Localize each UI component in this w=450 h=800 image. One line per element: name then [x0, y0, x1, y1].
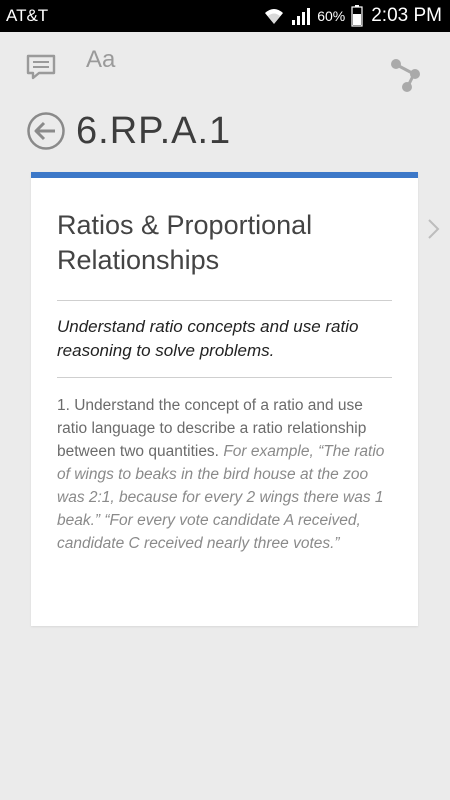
- page-title: 6.RP.A.1: [76, 109, 232, 152]
- battery-percent: 60%: [317, 8, 346, 24]
- wifi-icon: [265, 9, 284, 24]
- domain-title: Ratios & Proportional Relationships: [57, 210, 313, 275]
- cluster-heading: Understand ratio concepts and use ratio …: [57, 317, 359, 360]
- status-bar: AT&T 60% 2:03 PM: [0, 0, 450, 32]
- share-icon[interactable]: [388, 56, 424, 97]
- page-header: 6.RP.A.1: [26, 106, 231, 156]
- standard-card: Ratios & Proportional Relationships Unde…: [31, 172, 418, 626]
- divider: [57, 377, 392, 378]
- font-size-icon[interactable]: Aa: [86, 46, 115, 74]
- standard-description: 1. Understand the concept of a ratio and…: [57, 394, 392, 555]
- battery-icon: [351, 5, 363, 27]
- clock: 2:03 PM: [371, 5, 442, 26]
- chevron-right-icon[interactable]: [427, 218, 441, 240]
- comment-icon[interactable]: [26, 54, 56, 85]
- carrier-label: AT&T: [6, 6, 49, 25]
- toolbar: Aa: [0, 32, 450, 102]
- status-icons: 60% 2:03 PM: [257, 5, 450, 27]
- back-arrow-icon[interactable]: [26, 111, 66, 151]
- signal-icon: [292, 8, 311, 25]
- divider: [57, 300, 392, 301]
